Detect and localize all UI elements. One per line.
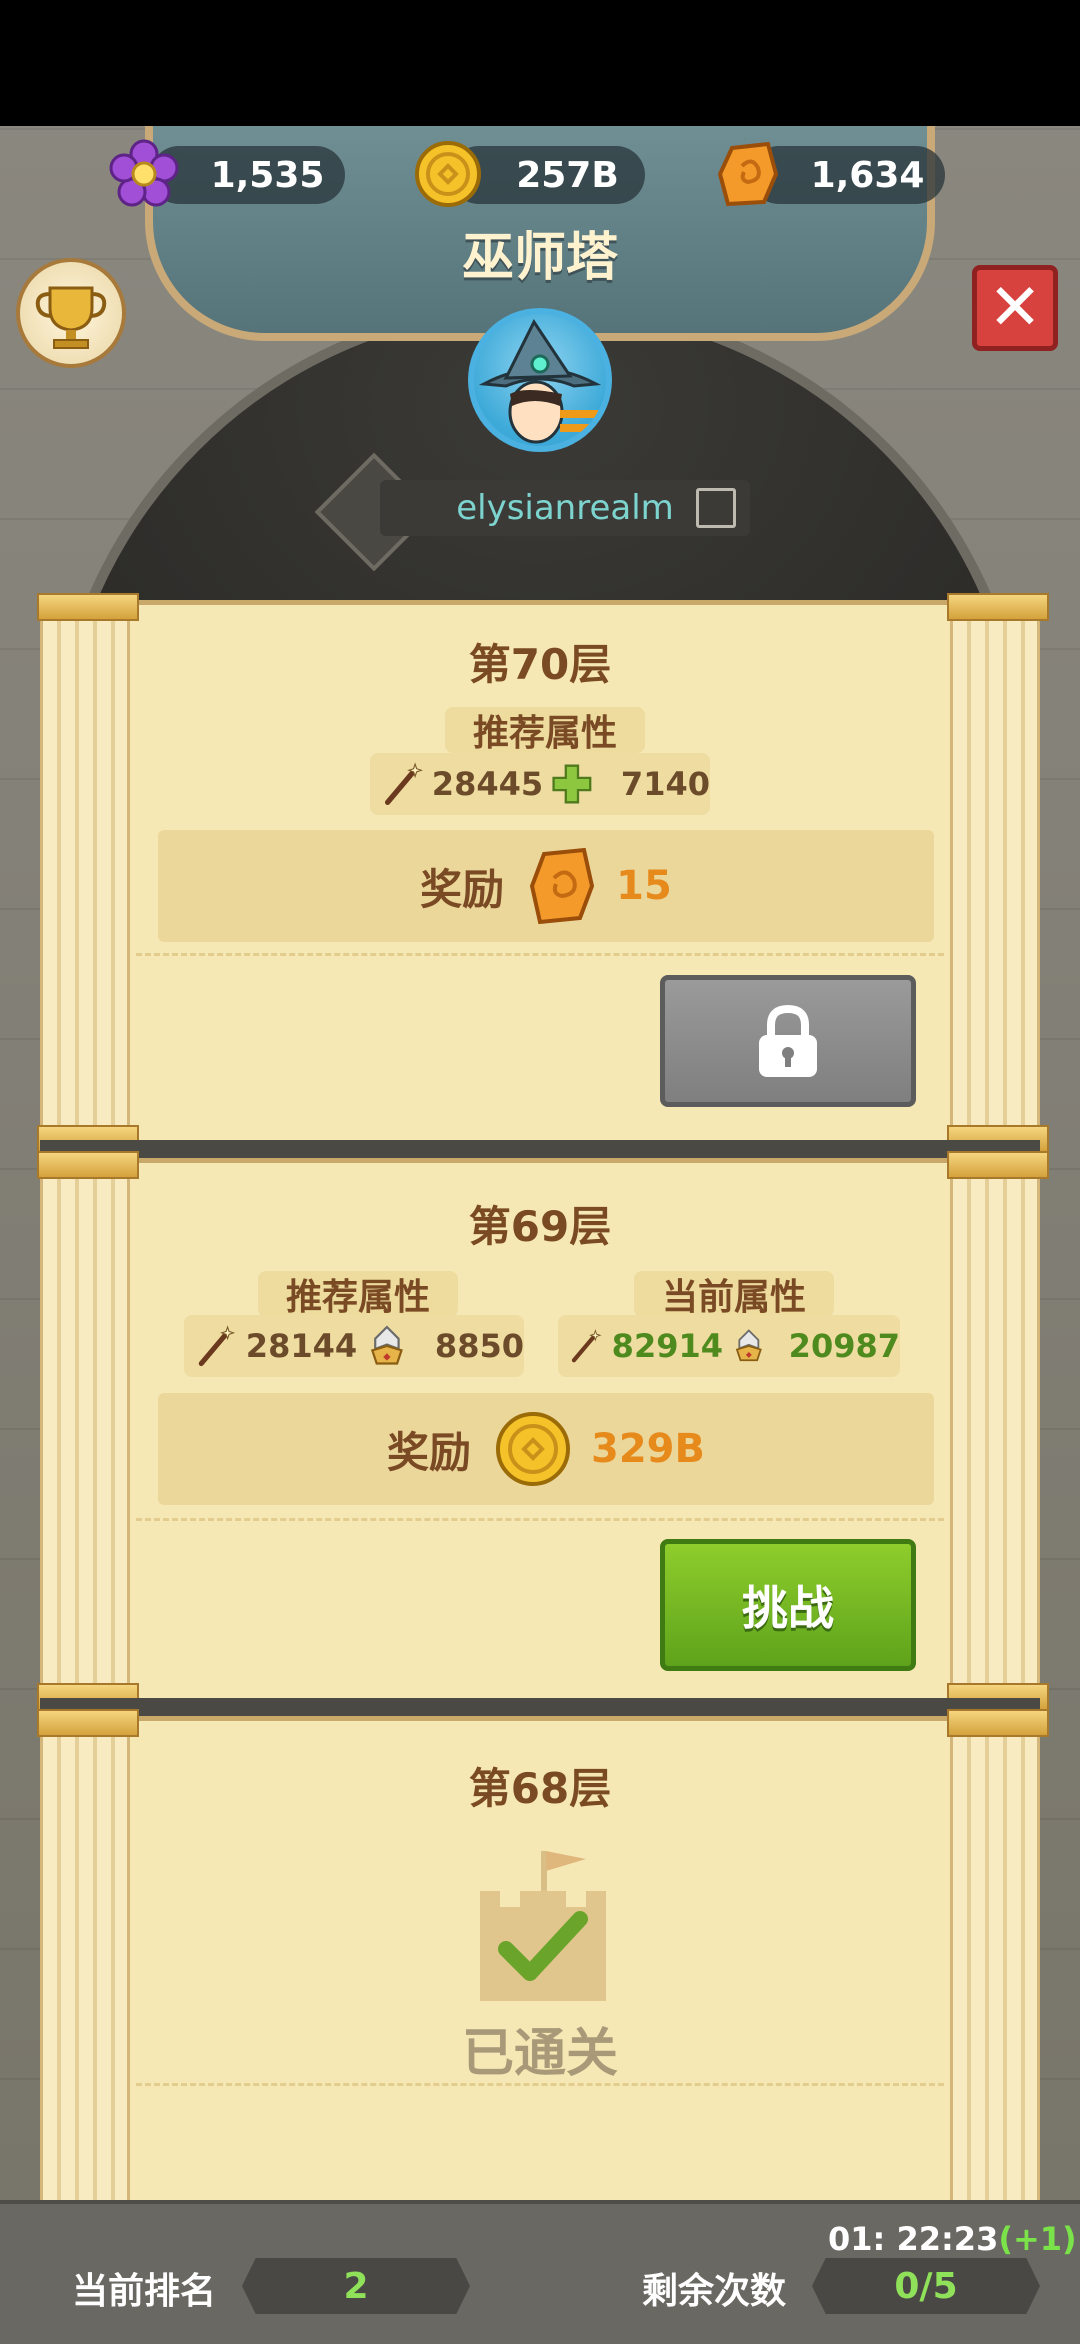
gold-coin-icon bbox=[496, 1412, 571, 1486]
pillar-cap bbox=[37, 1709, 139, 1737]
reward-bar: 奖励 15 bbox=[158, 830, 934, 942]
magic-wand-icon bbox=[384, 762, 424, 805]
current-stats: 82914 20987 bbox=[558, 1315, 900, 1377]
dashed-divider bbox=[136, 1518, 944, 1521]
reward-amount: 15 bbox=[616, 863, 672, 909]
pillar-cap bbox=[947, 1151, 1049, 1179]
pillar-cap bbox=[947, 593, 1049, 621]
floor-title: 第70层 bbox=[468, 640, 612, 689]
challenge-button[interactable]: 挑战 bbox=[660, 1539, 916, 1671]
timer-value: 01: 22:23 bbox=[828, 2220, 999, 2258]
recommended-label: 推荐属性 bbox=[258, 1271, 459, 1318]
reward-amount: 329B bbox=[591, 1426, 705, 1472]
edit-name-icon[interactable] bbox=[696, 488, 736, 528]
amber-stone-icon bbox=[530, 847, 595, 925]
current-label: 当前属性 bbox=[634, 1271, 835, 1318]
rank-value: 2 bbox=[343, 2265, 369, 2307]
floor-70-panel: 第70层 推荐属性 28445 7140 奖励 15 bbox=[37, 593, 1049, 1153]
attempts-label: 剩余次数 bbox=[642, 2271, 787, 2312]
dashed-divider bbox=[136, 953, 944, 956]
recommended-attack: 28144 bbox=[245, 1327, 358, 1365]
wizard-avatar-icon bbox=[478, 319, 602, 444]
close-button[interactable]: ✕ bbox=[972, 265, 1058, 351]
locked-floor-button[interactable] bbox=[660, 975, 916, 1107]
recommended-defense: 8850 bbox=[434, 1327, 524, 1365]
player-name: elysianrealm bbox=[456, 488, 674, 528]
player-name-bar: elysianrealm bbox=[380, 480, 750, 536]
player-avatar[interactable] bbox=[468, 308, 612, 452]
floor-68-panel: 第68层 已通关 bbox=[37, 1709, 1049, 2213]
current-defense: 20987 bbox=[788, 1327, 900, 1365]
attempts-value-pill: 0/5 bbox=[812, 2258, 1040, 2314]
tower-title: 巫师塔 bbox=[461, 228, 618, 288]
recommended-hp: 7140 bbox=[620, 765, 710, 803]
trophy-icon bbox=[35, 286, 107, 349]
reward-bar: 奖励 329B bbox=[158, 1393, 934, 1505]
gold-coin-icon bbox=[415, 141, 481, 207]
floor-title: 第69层 bbox=[468, 1202, 612, 1251]
gold-count: 257B bbox=[516, 154, 619, 196]
rank-label: 当前排名 bbox=[72, 2271, 217, 2312]
reward-label: 奖励 bbox=[387, 1427, 472, 1477]
magic-wand-icon bbox=[198, 1325, 236, 1367]
recommended-label: 推荐属性 bbox=[445, 707, 646, 754]
gem-count: 1,535 bbox=[210, 154, 325, 196]
floor-divider bbox=[40, 1698, 1040, 1716]
pillar-cap bbox=[37, 593, 139, 621]
padlock-icon bbox=[759, 1004, 817, 1077]
health-cross-icon bbox=[552, 764, 592, 804]
recommended-stats: 28445 7140 bbox=[370, 753, 710, 815]
floor-69-panel: 第69层 推荐属性 当前属性 28144 8850 82914 20987 奖励 bbox=[37, 1151, 1049, 1711]
status-bar bbox=[0, 0, 1080, 126]
recommended-attack: 28445 bbox=[431, 765, 544, 803]
recommended-stats: 28144 8850 bbox=[184, 1315, 524, 1377]
pillar-cap bbox=[947, 1709, 1049, 1737]
leaderboard-trophy-button[interactable] bbox=[16, 258, 126, 368]
rank-value-pill: 2 bbox=[242, 2258, 470, 2314]
attempts-value: 0/5 bbox=[894, 2265, 958, 2307]
defense-helmet-icon bbox=[735, 1329, 762, 1362]
current-attack: 82914 bbox=[611, 1327, 723, 1365]
close-icon: ✕ bbox=[988, 271, 1042, 345]
pillar-cap bbox=[37, 1151, 139, 1179]
purple-flower-icon bbox=[109, 139, 179, 207]
amber-stone-icon bbox=[717, 141, 779, 207]
reward-label: 奖励 bbox=[420, 864, 505, 914]
defense-helmet-icon bbox=[371, 1325, 404, 1365]
timer-bonus: (+1) bbox=[998, 2220, 1077, 2258]
floor-divider bbox=[40, 1140, 1040, 1158]
floor-title: 第68层 bbox=[468, 1764, 612, 1813]
challenge-label: 挑战 bbox=[742, 1581, 834, 1635]
attempt-refill-timer: 01: 22:23(+1) bbox=[828, 2220, 1077, 2258]
cleared-label: 已通关 bbox=[461, 2024, 618, 2084]
magic-wand-icon bbox=[571, 1329, 602, 1363]
cleared-castle-icon bbox=[480, 1851, 606, 2001]
amber-count: 1,634 bbox=[810, 154, 925, 196]
dashed-divider bbox=[136, 2083, 944, 2086]
